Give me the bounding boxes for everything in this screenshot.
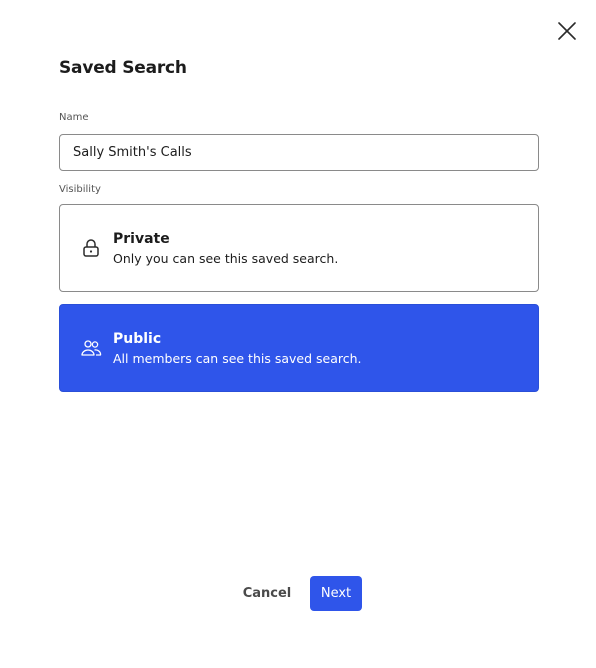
visibility-option-title: Public <box>113 331 162 347</box>
dialog-title: Saved Search <box>59 58 187 78</box>
name-label: Name <box>59 112 89 123</box>
visibility-option-description: All members can see this saved search. <box>113 351 362 366</box>
visibility-option-title: Private <box>113 231 170 247</box>
visibility-label: Visibility <box>59 184 101 195</box>
next-button[interactable]: Next <box>310 576 362 611</box>
visibility-option-description: Only you can see this saved search. <box>113 251 339 266</box>
visibility-option-private[interactable]: Private Only you can see this saved sear… <box>59 204 539 292</box>
lock-icon <box>83 239 99 257</box>
name-input[interactable] <box>59 134 539 171</box>
users-icon <box>81 340 102 356</box>
cancel-button[interactable]: Cancel <box>236 576 298 610</box>
close-icon <box>558 22 576 40</box>
saved-search-dialog: Saved Search Name Visibility Private Onl… <box>0 0 596 668</box>
close-button[interactable] <box>554 18 580 44</box>
visibility-option-public[interactable]: Public All members can see this saved se… <box>59 304 539 392</box>
